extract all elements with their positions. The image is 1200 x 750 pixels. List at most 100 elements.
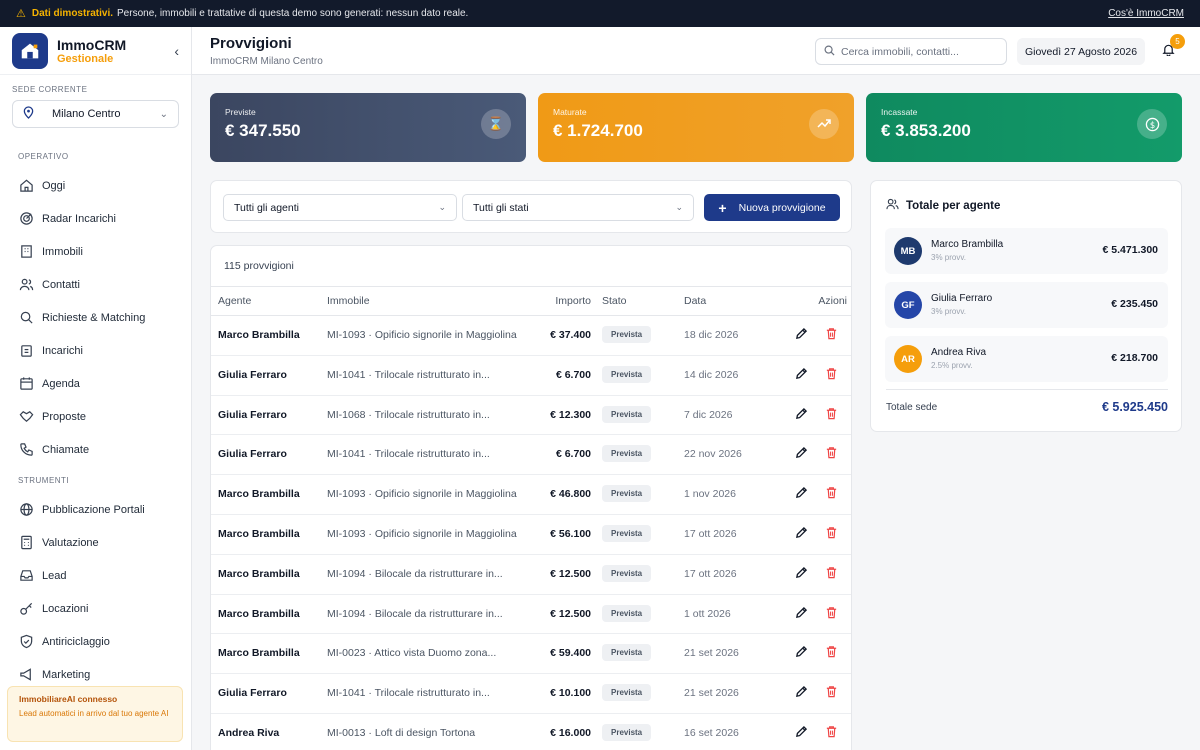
col-azioni: Azioni: [818, 295, 847, 307]
row-date: 1 ott 2026: [684, 607, 731, 620]
edit-icon[interactable]: [795, 566, 808, 582]
sidebar-item-label: Contatti: [42, 278, 80, 291]
row-date: 16 set 2026: [684, 726, 739, 739]
kpi-value: € 1.724.700: [553, 121, 643, 140]
delete-icon[interactable]: [825, 486, 838, 502]
sidebar-item-label: Radar Incarichi: [42, 212, 116, 225]
sidebar-item-contatti[interactable]: Contatti: [0, 268, 191, 301]
megaphone-icon: [18, 667, 34, 683]
row-date: 21 set 2026: [684, 647, 739, 660]
delete-icon[interactable]: [825, 446, 838, 462]
delete-icon[interactable]: [825, 526, 838, 542]
row-agent: Marco Brambilla: [218, 607, 300, 620]
building-icon: [18, 244, 34, 260]
sede-select[interactable]: Milano Centro ⌄: [12, 100, 179, 128]
radar-icon: [18, 211, 34, 227]
status-badge: Prevista: [602, 445, 652, 463]
table-row[interactable]: Giulia Ferraro MI-1041 · Trilocale ristru…: [211, 356, 851, 396]
sidebar-item-incarichi[interactable]: Incarichi: [0, 334, 191, 367]
status-badge: Prevista: [602, 326, 652, 343]
kpi-value: € 347.550: [225, 121, 301, 140]
delete-icon[interactable]: [825, 645, 838, 661]
delete-icon[interactable]: [825, 327, 838, 343]
agents-total-panel: Totale per agente MB Marco Brambilla 3% pr…: [870, 180, 1182, 432]
state-filter-select[interactable]: Tutti gli stati ⌄: [462, 194, 694, 221]
map-pin-icon: [23, 106, 34, 122]
delete-icon[interactable]: [825, 407, 838, 423]
row-property: MI-0023 · Attico vista Duomo zona...: [327, 647, 497, 660]
table-row[interactable]: Giulia Ferraro MI-1068 · Trilocale ristru…: [211, 396, 851, 436]
state-filter-value: Tutti gli stati: [473, 201, 529, 214]
kpi-maturate: Maturate € 1.724.700: [538, 93, 854, 162]
delete-icon[interactable]: [825, 685, 838, 701]
edit-icon[interactable]: [795, 407, 808, 423]
row-property: MI-1093 · Opificio signorile in Maggioli…: [327, 329, 517, 341]
table-row[interactable]: Marco Brambilla MI-1094 · Bilocale da ris…: [211, 555, 851, 595]
delete-icon[interactable]: [825, 367, 838, 383]
sidebar-item-radar-incarichi[interactable]: Radar Incarichi: [0, 202, 191, 235]
search-icon: [18, 310, 34, 326]
table-row[interactable]: Giulia Ferraro MI-1041 · Trilocale ristru…: [211, 435, 851, 476]
edit-icon[interactable]: [795, 645, 808, 661]
sidebar-item-lead[interactable]: Lead: [0, 559, 191, 592]
table-row[interactable]: Andrea Riva MI-0013 · Loft di design Tort…: [211, 714, 851, 750]
table-row[interactable]: Marco Brambilla MI-1093 · Opificio signor…: [211, 515, 851, 555]
agent-total-item[interactable]: GF Giulia Ferraro 3% provv. € 235.450: [885, 282, 1168, 328]
edit-icon[interactable]: [795, 327, 808, 343]
sidebar-item-locazioni[interactable]: Locazioni: [0, 592, 191, 625]
edit-icon[interactable]: [795, 685, 808, 701]
brand-subtitle: Gestionale: [57, 52, 114, 65]
sidebar-item-chiamate[interactable]: Chiamate: [0, 433, 191, 466]
edit-icon[interactable]: [795, 446, 808, 462]
row-amount: € 16.000: [550, 726, 591, 739]
table-header: Agente Immobile Importo Stato Data Azion…: [211, 286, 851, 316]
page-title: Provvigioni: [210, 35, 292, 52]
table-row[interactable]: Marco Brambilla MI-1094 · Bilocale da ris…: [211, 595, 851, 635]
agent-total-item[interactable]: AR Andrea Riva 2.5% provv. € 218.700: [885, 336, 1168, 382]
edit-icon[interactable]: [795, 367, 808, 383]
edit-icon[interactable]: [795, 606, 808, 622]
collapse-sidebar-icon[interactable]: ‹: [174, 43, 179, 59]
agent-filter-select[interactable]: Tutti gli agenti ⌄: [223, 194, 457, 221]
agent-total-item[interactable]: MB Marco Brambilla 3% provv. € 5.471.300: [885, 228, 1168, 274]
col-importo[interactable]: Importo: [555, 295, 591, 307]
new-commission-button[interactable]: + Nuova provvigione: [704, 194, 840, 221]
notification-badge: 5: [1170, 34, 1185, 49]
sidebar-item-richieste-matching[interactable]: Richieste & Matching: [0, 301, 191, 334]
col-stato[interactable]: Stato: [602, 295, 627, 307]
sidebar-item-oggi[interactable]: Oggi: [0, 169, 191, 202]
edit-icon[interactable]: [795, 526, 808, 542]
col-agente[interactable]: Agente: [218, 295, 251, 307]
sidebar-item-antiriciclaggio[interactable]: Antiriciclaggio: [0, 625, 191, 658]
agent-filter-value: Tutti gli agenti: [234, 201, 299, 214]
row-date: 1 nov 2026: [684, 488, 736, 501]
status-badge: Prevista: [602, 485, 652, 503]
table-row[interactable]: Marco Brambilla MI-1093 · Opificio signor…: [211, 475, 851, 515]
edit-icon[interactable]: [795, 486, 808, 502]
table-row[interactable]: Marco Brambilla MI-0023 · Attico vista Du…: [211, 634, 851, 675]
delete-icon[interactable]: [825, 606, 838, 622]
table-row[interactable]: Giulia Ferraro MI-1041 · Trilocale ristru…: [211, 674, 851, 714]
status-badge: Prevista: [602, 604, 652, 622]
sidebar-item-pubblicazione-portali[interactable]: Pubblicazione Portali: [0, 493, 191, 526]
sidebar-item-label: Locazioni: [42, 602, 89, 615]
delete-icon[interactable]: [825, 725, 838, 741]
chevron-down-icon: ⌄: [438, 202, 446, 212]
avatar: AR: [894, 345, 922, 373]
sidebar-item-immobili[interactable]: Immobili: [0, 235, 191, 268]
col-immobile[interactable]: Immobile: [327, 295, 370, 307]
banner-bold: Dati dimostrativi.: [31, 8, 114, 19]
table-row[interactable]: Marco Brambilla MI-1093 · Opificio signor…: [211, 316, 851, 356]
about-link[interactable]: Cos'è ImmoCRM: [1108, 8, 1184, 19]
col-data[interactable]: Data: [684, 295, 706, 307]
row-date: 14 dic 2026: [684, 368, 739, 381]
sidebar-item-proposte[interactable]: Proposte: [0, 400, 191, 433]
sidebar-item-valutazione[interactable]: Valutazione: [0, 526, 191, 559]
sede-label: SEDE CORRENTE: [12, 85, 88, 94]
edit-icon[interactable]: [795, 725, 808, 741]
ai-status-box[interactable]: ImmobiliareAI connesso Lead automatici i…: [7, 686, 183, 742]
sidebar-item-agenda[interactable]: Agenda: [0, 367, 191, 400]
search-input[interactable]: Cerca immobili, contatti...: [815, 38, 1007, 65]
status-badge: Prevista: [602, 365, 652, 383]
delete-icon[interactable]: [825, 566, 838, 582]
